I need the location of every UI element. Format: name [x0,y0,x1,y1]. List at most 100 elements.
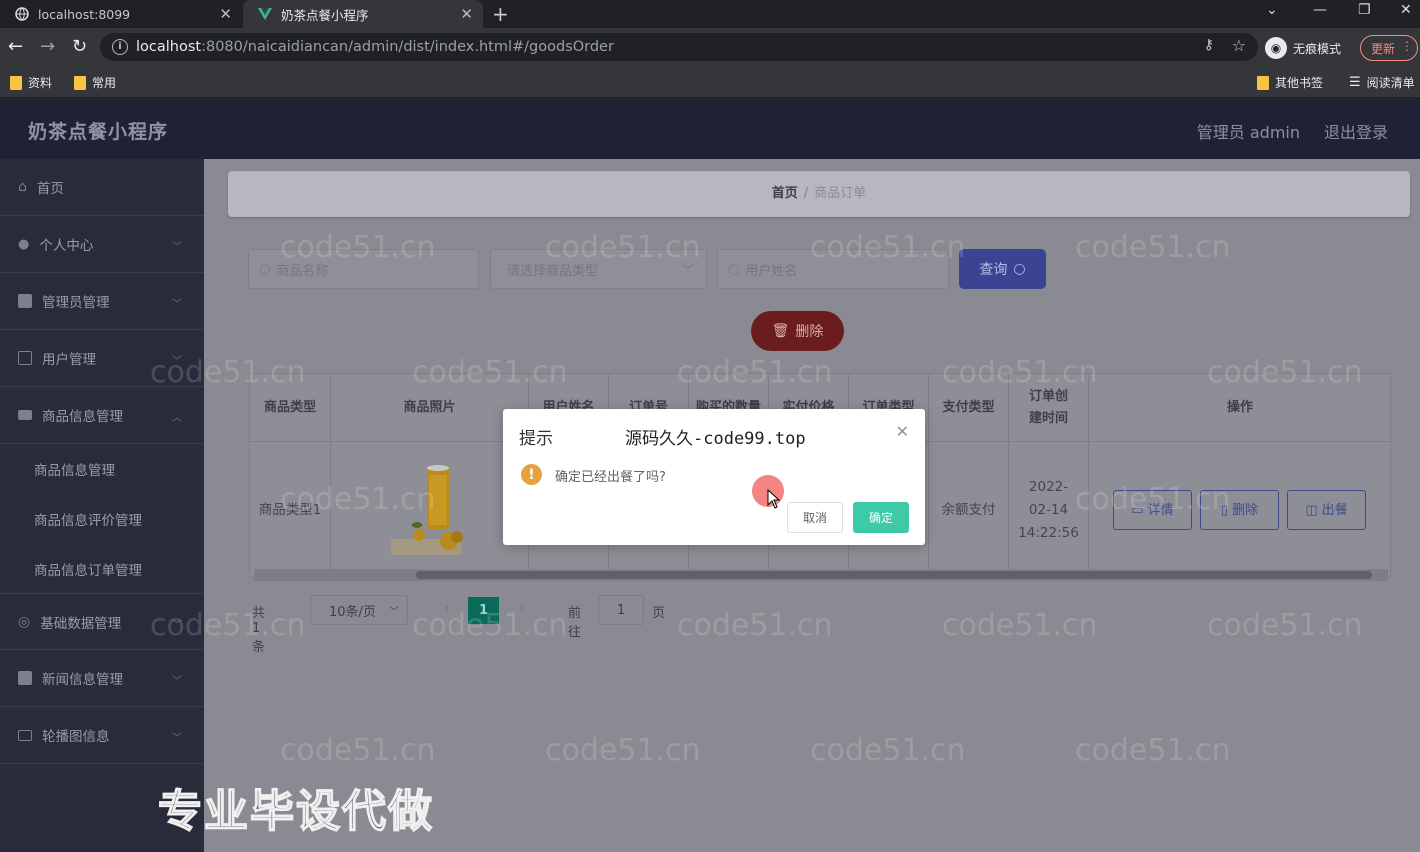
next-page-icon[interactable]: › [520,601,525,616]
breadcrumb-home[interactable]: 首页 [772,186,798,201]
folder-icon [74,75,86,90]
tab-title: 奶茶点餐小程序 [281,7,369,23]
sidebar-item-home[interactable]: ⌂ 首页 [0,159,204,216]
sidebar-item-admins[interactable]: 管理员管理 ﹀ [0,273,204,330]
id-card-icon [18,351,32,365]
milk-tea-image [390,464,463,555]
back-icon[interactable]: ← [8,36,23,57]
logout-link[interactable]: 退出登录 [1324,119,1388,143]
goto-page-input[interactable]: 1 [598,595,644,625]
forward-icon[interactable]: → [40,36,55,57]
reading-list[interactable]: ☰ 阅读清单 [1349,74,1415,91]
chevron-up-icon: ︿ [172,413,182,424]
user-icon: ● [18,236,30,252]
bookmark-folder-other[interactable]: 其他书签 [1257,74,1323,91]
vue-logo-icon [257,6,273,22]
sidebar-item-label: 个人中心 [39,238,94,254]
delete-label: 删除 [1232,502,1259,518]
bookmark-label: 常用 [92,76,117,90]
user-name-input[interactable]: ○ 用户姓名 [717,249,949,289]
restore-icon[interactable]: ❐ [1358,2,1371,18]
compass-icon: ◎ [18,613,31,630]
close-tab-icon[interactable]: ✕ [460,5,473,23]
bookmark-folder[interactable]: 资料 [10,74,52,91]
folder-icon [1257,75,1269,90]
star-icon[interactable]: ☆ [1232,36,1246,55]
chevron-down-icon: ﹀ [172,299,182,310]
sidebar-item-label: 首页 [36,181,64,197]
search-icon: ○ [1013,261,1026,277]
chevron-down-icon: ﹀ [172,620,182,631]
admin-icon [18,294,32,308]
cell-actions: ▭ 详情 ▯ 删除 ◫ 出餐 [1089,442,1391,579]
cancel-button[interactable]: 取消 [787,502,843,533]
app-header: 奶茶点餐小程序 管理员 admin 退出登录 [0,99,1420,159]
sidebar-item-goods[interactable]: 商品信息管理 ︿ [0,387,204,444]
browser-tab-1[interactable]: localhost:8099 ✕ [0,0,242,28]
submenu-goods-order[interactable]: 商品信息订单管理 [0,544,204,594]
goods-type-select[interactable]: 请选择商品类型 ﹀ [490,249,707,289]
update-button[interactable]: 更新 ⋮ [1360,35,1418,61]
pagination-total: 共 1 条 [252,606,266,655]
chevron-down-icon: ﹀ [172,356,182,367]
incognito-indicator[interactable]: ◉ 无痕模式 [1265,35,1341,61]
sidebar-item-carousel[interactable]: 轮播图信息 ﹀ [0,707,204,764]
breadcrumb: 首页 / 商品订单 [228,171,1410,217]
cell-goods-type: 商品类型1 [250,442,331,579]
prev-page-icon[interactable]: ‹ [444,601,449,616]
site-info-icon[interactable]: i [112,39,128,55]
bookmarks-bar: 资料 常用 其他书签 ☰ 阅读清单 [0,67,1420,98]
sidebar-item-news[interactable]: 新闻信息管理 ﹀ [0,650,204,707]
column-header: 支付类型 [929,374,1009,442]
bookmark-label: 阅读清单 [1366,76,1415,90]
home-icon: ⌂ [18,179,27,195]
sidebar-item-label: 管理员管理 [42,295,110,311]
sidebar-item-label: 商品信息管理 [42,409,123,425]
dialog-message: 确定已经出餐了吗? [555,470,666,485]
submenu-label: 商品信息订单管理 [34,563,142,579]
sidebar-item-label: 新闻信息管理 [42,672,123,688]
row-delete-button[interactable]: ▯ 删除 [1200,490,1279,530]
minimize-icon[interactable]: — [1313,2,1327,18]
submenu-label: 商品信息评价管理 [34,513,142,529]
key-icon[interactable]: ⚷ [1204,37,1214,53]
chart-icon [18,671,32,685]
new-tab-icon[interactable]: + [492,2,509,26]
tab-title: localhost:8099 [38,6,131,22]
tab-search-icon[interactable]: ⌄ [1266,2,1278,18]
batch-delete-button[interactable]: 🗑 删除 [751,311,844,351]
submenu-goods-review[interactable]: 商品信息评价管理 [0,494,204,544]
sidebar-item-users[interactable]: 用户管理 ﹀ [0,330,204,387]
trash-icon: 🗑 [771,323,790,339]
bookmark-folder[interactable]: 常用 [74,74,116,91]
scrollbar-thumb[interactable] [416,571,1372,579]
sidebar-item-profile[interactable]: ● 个人中心 ﹀ [0,216,204,273]
page-size-select[interactable]: 10条/页 ﹀ [310,595,408,625]
query-button[interactable]: 查询 ○ [959,249,1046,289]
serve-label: 出餐 [1321,502,1348,518]
browser-tab-2[interactable]: 奶茶点餐小程序 ✕ [243,0,483,28]
dialog-overlay-text: 源码久久-code99.top [625,429,806,449]
document-icon: ▭ [1131,502,1144,518]
submenu-goods-info[interactable]: 商品信息管理 [0,444,204,494]
close-window-icon[interactable]: ✕ [1400,2,1412,18]
bookmark-label: 其他书签 [1275,76,1324,90]
reading-list-icon: ☰ [1349,75,1361,90]
table-horizontal-scrollbar[interactable] [254,569,1388,581]
sidebar-item-basedata[interactable]: ◎ 基础数据管理 ﹀ [0,593,204,650]
breadcrumb-separator: / [803,186,809,201]
serve-button[interactable]: ◫ 出餐 [1287,490,1366,530]
cell-pay-type: 余额支付 [929,442,1009,579]
url-input[interactable]: i localhost:8080/naicaidiancan/admin/dis… [100,33,1258,61]
confirm-button[interactable]: 确定 [853,502,909,533]
page-number-active[interactable]: 1 [468,597,499,624]
search-icon: ○ [728,261,740,277]
goods-name-input[interactable]: ○ 商品名称 [248,249,479,289]
confirm-dialog: 提示 源码久久-code99.top ✕ ! 确定已经出餐了吗? 取消 确定 [503,409,925,545]
detail-button[interactable]: ▭ 详情 [1113,490,1192,530]
chevron-down-icon: ﹀ [680,264,694,279]
placeholder: 用户姓名 [745,263,798,279]
close-tab-icon[interactable]: ✕ [219,5,232,23]
reload-icon[interactable]: ↻ [72,36,87,57]
close-icon[interactable]: ✕ [896,422,909,441]
